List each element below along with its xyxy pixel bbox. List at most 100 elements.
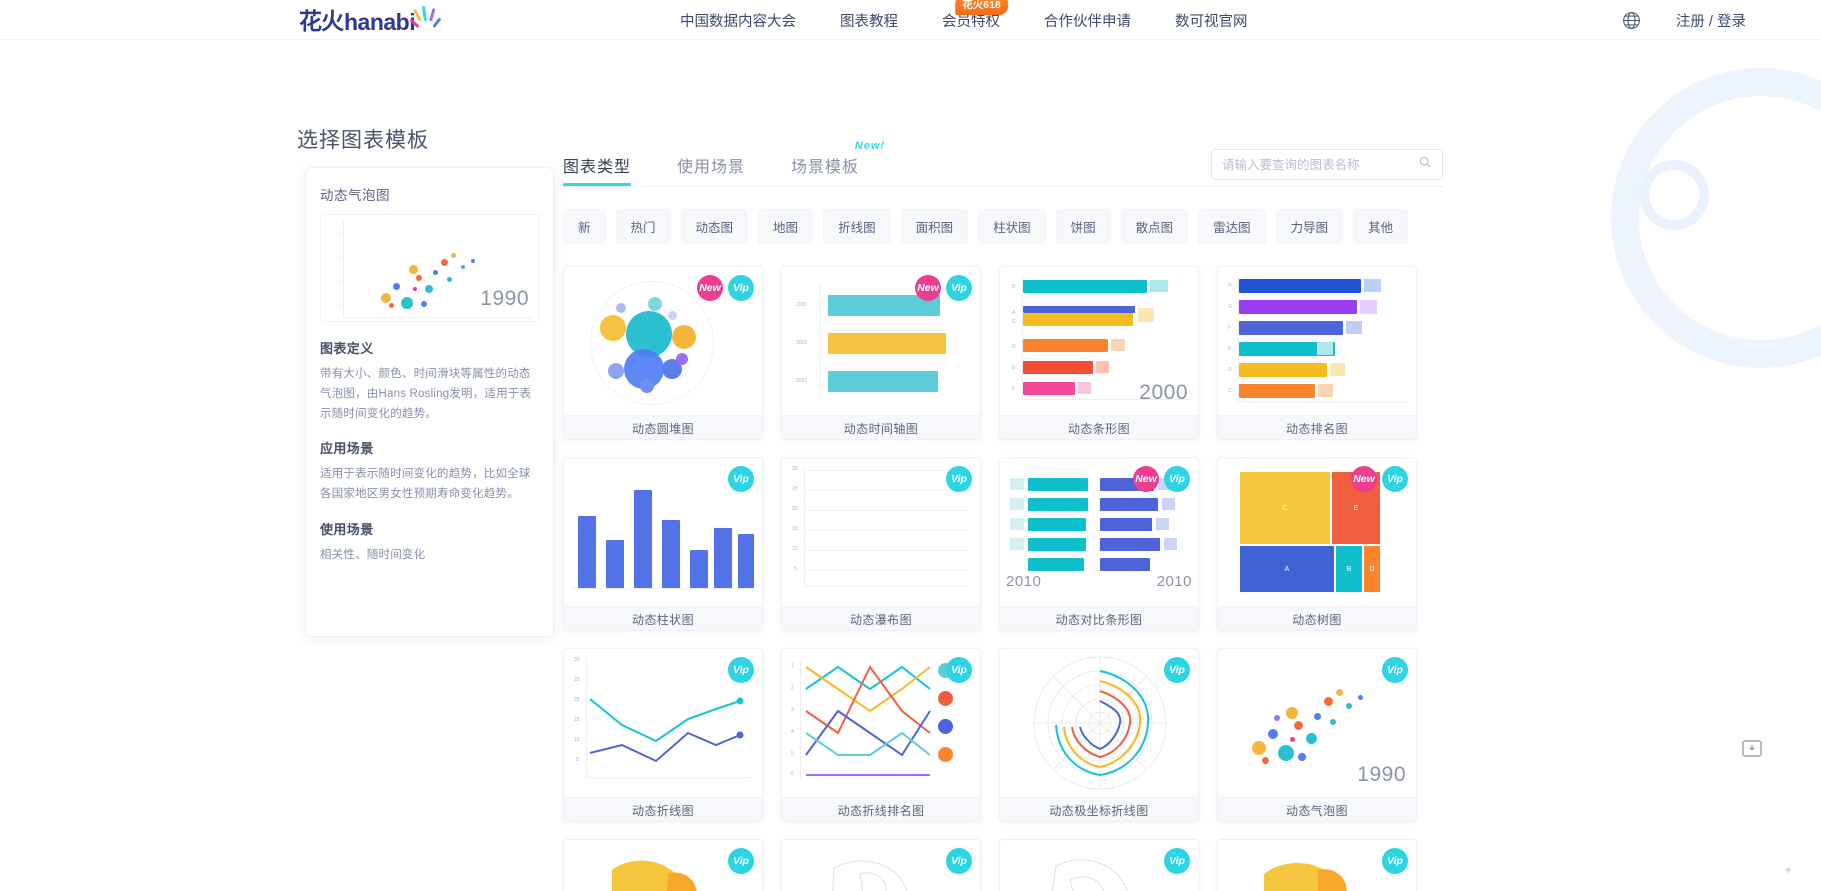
card-badges: Vip <box>728 466 754 492</box>
tab-scene-template[interactable]: 场景模板 New! <box>791 140 884 186</box>
template-card[interactable]: Vip <box>563 839 763 891</box>
card-badges: Vip <box>728 848 754 874</box>
card-label-wrap: 动态气泡图 <box>1218 797 1416 821</box>
card-label-wrap: 动态柱状图 <box>564 606 762 630</box>
axis-tick: C <box>1228 388 1232 394</box>
search-icon[interactable] <box>1418 155 1432 174</box>
filter-pill-9[interactable]: 雷达图 <box>1198 209 1266 244</box>
nav-item-label: 合作伙伴申请 <box>1044 13 1131 30</box>
register-login-link[interactable]: 注册 / 登录 <box>1676 10 1746 31</box>
template-card[interactable]: Vip 动态柱状图 <box>563 457 763 631</box>
card-label-wrap: 动态对比条形图 <box>1000 606 1198 630</box>
filter-pill-4[interactable]: 折线图 <box>823 209 891 244</box>
axis-tick: 10 <box>792 546 798 552</box>
search-input[interactable] <box>1222 157 1418 172</box>
card-label: 动态柱状图 <box>631 612 694 627</box>
nav-item-label: 图表教程 <box>840 13 898 30</box>
badge-vip: Vip <box>1164 657 1190 683</box>
filter-pill-11[interactable]: 其他 <box>1353 209 1409 244</box>
badge-vip: Vip <box>728 466 754 492</box>
template-card[interactable]: New Vip C E A B D 动态树图 <box>1217 457 1417 631</box>
template-card[interactable]: Vip <box>1217 648 1417 822</box>
filter-pill-5[interactable]: 面积图 <box>900 209 969 244</box>
tab-use-case[interactable]: 使用场景 <box>677 153 745 186</box>
page-title: 选择图表模板 <box>297 129 429 152</box>
badge-vip: Vip <box>946 466 972 492</box>
card-label: 动态瀑布图 <box>849 612 912 627</box>
badge-vip: Vip <box>1382 848 1408 874</box>
treemap-cell-label: E <box>1353 504 1359 512</box>
treemap-cell-label: B <box>1346 565 1352 573</box>
badge-new: New <box>915 275 941 301</box>
nav-item-label: 中国数据内容大会 <box>680 13 796 30</box>
site-logo[interactable]: 花火 hanabi <box>299 2 442 36</box>
nav-item-4[interactable]: 数可视官网 <box>1175 10 1248 31</box>
tab-new-badge: New! <box>854 140 886 152</box>
axis-tick: 5 <box>794 566 797 572</box>
axis-tick: E <box>1012 365 1016 371</box>
filter-pill-2[interactable]: 动态图 <box>680 209 749 244</box>
template-card[interactable]: Vip 30 25 20 15 10 5 <box>563 648 763 822</box>
axis-tick: C <box>1012 319 1016 325</box>
tab-label: 场景模板 <box>791 159 860 176</box>
axis-tick: 20 <box>792 506 798 512</box>
card-badges: Vip <box>946 657 972 683</box>
nav-item-3[interactable]: 合作伙伴申请 <box>1044 10 1131 31</box>
card-label-wrap: 动态圆堆图 <box>564 415 762 439</box>
template-card[interactable]: Vip <box>781 839 981 891</box>
axis-tick: E <box>1228 346 1232 352</box>
nav-item-2[interactable]: 花火618 会员特权 <box>942 0 1008 31</box>
section-body-0: 带有大小、颜色、时间滑块等属性的动态气泡图，由Hans Rosling发明，适用… <box>320 368 532 420</box>
card-badges: New Vip <box>1133 466 1190 492</box>
nav-promo-badge: 花火618 <box>955 0 1008 15</box>
search-box[interactable] <box>1211 149 1443 180</box>
card-label: 动态气泡图 <box>1285 803 1348 818</box>
card-badges: Vip <box>728 657 754 683</box>
card-label-wrap: 动态排名图 <box>1218 415 1416 439</box>
template-card[interactable]: Vip <box>999 839 1199 891</box>
card-year-label: 2000 <box>1139 381 1188 404</box>
preview-year-label: 1990 <box>480 287 529 310</box>
card-label: 动态极坐标折线图 <box>1049 803 1149 818</box>
card-label: 动态树图 <box>1292 612 1342 627</box>
card-label: 动态时间轴图 <box>843 421 919 436</box>
card-label-wrap: 动态极坐标折线图 <box>1000 797 1198 821</box>
tab-label: 图表类型 <box>563 159 632 176</box>
nav-item-0[interactable]: 中国数据内容大会 <box>680 10 796 31</box>
filter-pill-8[interactable]: 散点图 <box>1120 209 1189 244</box>
filter-pill-10[interactable]: 力导图 <box>1275 209 1344 244</box>
globe-icon[interactable] <box>1621 10 1642 31</box>
filter-pill-1[interactable]: 热门 <box>615 209 671 244</box>
feedback-icon[interactable] <box>1740 737 1766 763</box>
template-card[interactable]: New Vip 2020 2021 2022 动态时间轴图 <box>781 266 981 440</box>
axis-tick: 30 <box>792 466 798 472</box>
badge-vip: Vip <box>1382 657 1408 683</box>
template-card[interactable]: Vip 30 25 20 15 10 5 <box>781 457 981 631</box>
template-card[interactable]: Vip <box>1217 839 1417 891</box>
badge-vip: Vip <box>946 275 972 301</box>
filter-pill-0[interactable]: 新 <box>563 209 606 244</box>
card-label: 动态圆堆图 <box>631 421 694 436</box>
template-card[interactable]: Vip 1 2 3 4 5 6 动态折线排名图 <box>781 648 981 822</box>
template-card[interactable]: H G F E D C 动态排名图 <box>1217 266 1417 440</box>
tab-chart-type[interactable]: 图表类型 <box>563 153 632 186</box>
section-body-2: 相关性、随时间变化 <box>320 548 426 561</box>
template-card[interactable]: New Vip 动态圆堆图 <box>563 266 763 440</box>
badge-vip: Vip <box>946 848 972 874</box>
card-preview: H G F E D C <box>1218 267 1416 415</box>
card-label-wrap: 动态树图 <box>1218 606 1416 630</box>
template-card[interactable]: Vip <box>999 648 1199 822</box>
scroll-indicator-icon[interactable]: ▾ <box>1785 864 1791 877</box>
nav-item-1[interactable]: 图表教程 <box>840 10 898 31</box>
nav-links: 中国数据内容大会 图表教程 花火618 会员特权 合作伙伴申请 数可视官网 <box>680 0 1248 40</box>
filter-pill-6[interactable]: 柱状图 <box>978 209 1046 244</box>
filter-pill-3[interactable]: 地图 <box>758 209 814 244</box>
axis-tick: H <box>1228 283 1232 289</box>
card-badges: Vip <box>1382 657 1408 683</box>
card-badges: Vip <box>1164 848 1190 874</box>
card-label: 动态对比条形图 <box>1055 612 1143 627</box>
template-card[interactable]: New Vip 2010 2010 动态对比条形图 <box>999 457 1199 631</box>
template-card[interactable]: B A C D E F 2000 动态条形图 <box>999 266 1199 440</box>
filter-pill-7[interactable]: 饼图 <box>1055 209 1111 244</box>
nav-item-label: 会员特权 <box>942 13 1000 30</box>
